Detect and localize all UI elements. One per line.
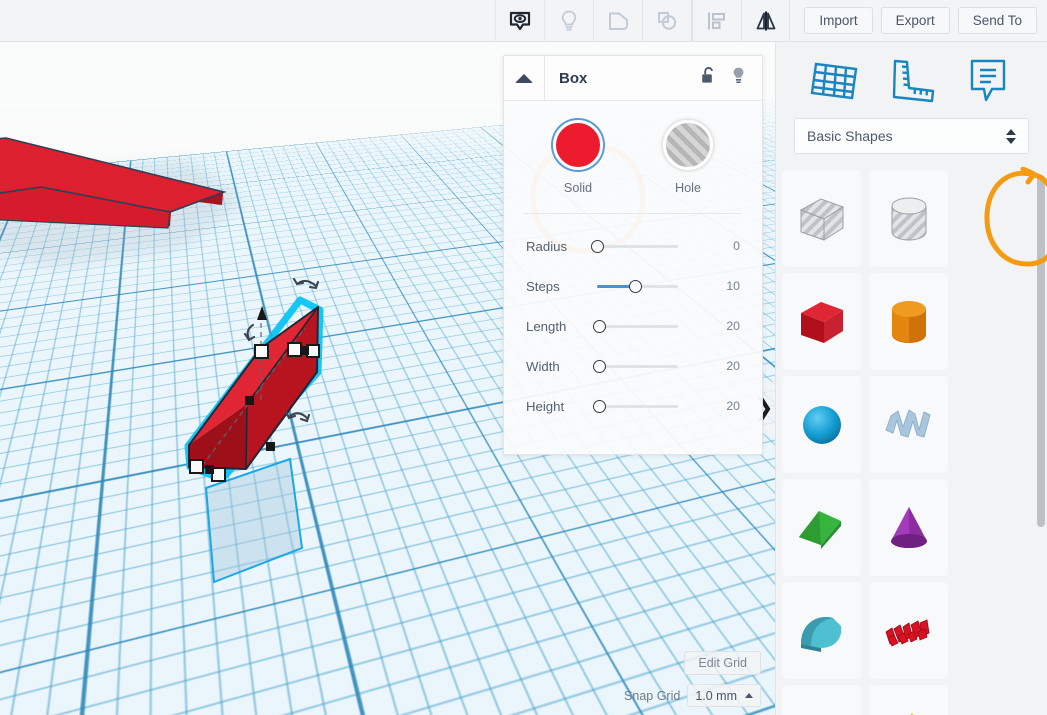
shape-category-select[interactable]: Basic Shapes [794,118,1029,154]
property-value[interactable]: 20 [706,359,740,373]
shape-category-value: Basic Shapes [807,128,893,144]
snap-grid-label: Snap Grid [624,688,681,703]
width-slider[interactable] [591,356,706,376]
snap-grid-value: 1.0 mm [695,688,737,703]
height-handle-icon [257,306,267,320]
slider-track [597,404,678,408]
snap-grid-row: Snap Grid 1.0 mm [591,684,761,707]
align-icon[interactable] [692,0,741,42]
shape-sphere[interactable] [782,376,861,473]
shape-box-hole[interactable] [782,170,861,267]
property-label: Radius [526,238,568,254]
radius-slider[interactable] [591,236,706,256]
slider-knob[interactable] [593,319,606,333]
toolbar-tool-group [495,0,791,42]
property-label: Height [526,398,565,414]
tinkercad-editor: Import Export Send To Edit Grid Snap Gri… [0,0,1047,715]
slider-track [597,364,678,368]
slider-knob[interactable] [629,279,642,293]
property-label: Steps [526,278,560,294]
property-row-length: Length 20 [504,306,762,346]
shape-box[interactable] [782,273,861,370]
property-row-steps: Steps 10 [504,266,762,306]
grid-controls: Edit Grid Snap Grid 1.0 mm [591,651,761,707]
note-icon[interactable] [958,55,1016,105]
shape-group-icon[interactable] [642,0,691,42]
rotate-handle-top [292,277,320,290]
light-bulb-icon[interactable] [730,66,747,91]
top-toolbar: Import Export Send To [0,0,1047,42]
slider-track [597,244,678,248]
import-button[interactable]: Import [804,7,873,34]
property-value[interactable]: 0 [706,239,740,253]
shapes-scrollbar-thumb[interactable] [1037,175,1045,527]
property-row-height: Height 20 [504,386,762,426]
shape-category-wrap: Basic Shapes [776,118,1047,154]
caret-up-icon [745,693,753,698]
shape-pyramid[interactable] [869,685,948,715]
inspector-collapse-button[interactable] [504,56,545,100]
shape-inspector-panel: Box Solid Hole Radius 0 Steps 10 Length … [503,55,763,455]
red-box-shape [184,296,324,483]
light-bulb-icon[interactable] [544,0,593,42]
shape-scribble[interactable] [869,376,948,473]
workplane-icon[interactable] [807,55,865,105]
steps-slider[interactable] [591,276,706,296]
inspector-header: Box [504,56,762,101]
toolbar-actions: Import Export Send To [790,7,1047,34]
hole-swatch[interactable] [663,120,713,170]
shapes-panel: Basic Shapes [775,42,1047,715]
hole-label: Hole [674,181,702,195]
view-cube-icon[interactable] [495,0,544,42]
property-value[interactable]: 20 [706,399,740,413]
shape-properties-list: Radius 0 Steps 10 Length 20 Width 20 Hei… [504,214,762,426]
solid-hole-selector: Solid Hole [504,101,762,195]
shape-roof[interactable] [782,479,861,576]
shapes-panel-tabs [776,42,1047,118]
solid-color-swatch[interactable] [553,120,603,170]
property-label: Length [526,318,567,334]
rotate-handle-left [243,323,256,342]
shape-text[interactable] [869,582,948,679]
chevron-up-icon [1006,128,1016,135]
shape-extrusion[interactable] [782,685,861,715]
property-value[interactable]: 20 [706,319,740,333]
triangle-up-icon [515,73,533,83]
hole-mode-option[interactable]: Hole [657,120,719,195]
property-label: Width [526,358,560,374]
export-button[interactable]: Export [880,7,950,34]
inspector-title: Box [559,69,588,87]
chevron-down-icon [1006,137,1016,144]
shape-cylinder[interactable] [869,273,948,370]
shape-cylinder-hole[interactable] [869,170,948,267]
slider-knob[interactable] [593,399,606,413]
solid-mode-option[interactable]: Solid [547,120,609,195]
edit-grid-button[interactable]: Edit Grid [684,651,761,675]
slider-track [597,324,678,328]
solid-label: Solid [563,181,593,195]
spinner-icon [1006,128,1016,144]
length-slider[interactable] [591,316,706,336]
shapes-scrollbar[interactable] [1037,175,1045,715]
property-row-radius: Radius 0 [504,226,762,266]
snap-grid-select[interactable]: 1.0 mm [687,684,761,707]
mirror-icon[interactable] [741,0,791,42]
ruler-icon[interactable] [882,55,940,105]
property-row-width: Width 20 [504,346,762,386]
unlocked-padlock-icon[interactable] [700,66,717,90]
rotate-handle-right [284,410,311,423]
height-slider[interactable] [591,396,706,416]
shape-library-grid[interactable] [776,170,1047,715]
shape-cone[interactable] [869,479,948,576]
send-to-button[interactable]: Send To [957,7,1037,34]
slider-knob[interactable] [593,359,606,373]
inspector-header-icons [700,66,762,91]
property-value[interactable]: 10 [706,279,740,293]
shape-round-roof[interactable] [782,582,861,679]
slider-knob[interactable] [591,239,604,253]
shape-outline-icon[interactable] [593,0,642,42]
